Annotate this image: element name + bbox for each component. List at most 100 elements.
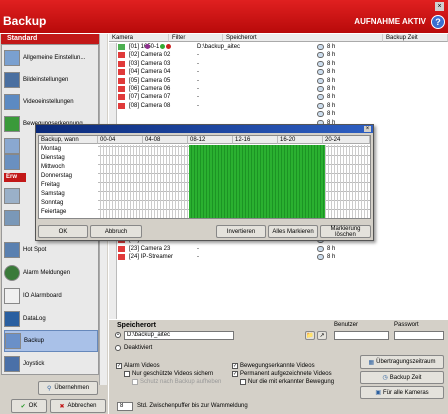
table-row[interactable]: [03] Camera 03 - 8 h — [117, 60, 437, 68]
user-input[interactable] — [334, 331, 389, 340]
ok-button[interactable]: ✔ OK — [11, 399, 47, 413]
alarm-videos-label: Alarm Videos — [124, 363, 160, 369]
window-title: Backup — [3, 14, 47, 28]
help-icon[interactable]: ? — [431, 15, 445, 29]
sidebar-item-label: Hot Spot — [23, 247, 47, 253]
schedule-day[interactable]: Sonntag — [39, 199, 97, 207]
disabled-radio[interactable] — [115, 345, 121, 351]
schedule-day[interactable]: Samstag — [39, 190, 97, 198]
storage-path: - — [197, 254, 199, 260]
cancel-icon: ✖ — [59, 403, 65, 410]
column-header-storage[interactable]: Speicherort — [223, 34, 383, 42]
backup-time-button[interactable]: ◷ Backup Zeit — [360, 371, 444, 384]
schedule-day[interactable]: Freitag — [39, 181, 97, 189]
sidebar-item-image[interactable]: Bildeinstellungen — [4, 69, 98, 91]
dialog-title-bar: × — [36, 125, 373, 133]
browse-folder-icon[interactable]: 📁 — [305, 331, 315, 340]
storage-title: Speicherort — [117, 322, 156, 329]
mark-all-button[interactable]: Alles Markieren — [268, 225, 318, 238]
ok-label: OK — [28, 403, 38, 409]
io-board-icon — [4, 288, 20, 304]
sidebar-item-extended[interactable]: Erw — [4, 173, 26, 182]
sidebar-item-hotspot[interactable]: Hot Spot — [4, 239, 98, 261]
backup-time-icon — [317, 94, 324, 101]
dialog-cancel-button[interactable]: Abbruch — [90, 225, 142, 238]
sidebar-item-video[interactable]: Videoeinstellungen — [4, 91, 98, 113]
password-input[interactable] — [394, 331, 444, 340]
sidebar-header[interactable]: Standard — [1, 34, 99, 44]
camera-icon — [118, 86, 125, 92]
camera-name: [04] Camera 04 — [129, 69, 171, 76]
protected-only-checkbox[interactable] — [124, 371, 130, 377]
sidebar-item-joystick[interactable]: Joystick — [4, 353, 98, 375]
table-row[interactable]: [06] Camera 06 - 8 h — [117, 85, 437, 93]
buffer-select[interactable]: 8 — [117, 402, 133, 411]
sidebar-item-label: Joystick — [23, 361, 45, 367]
backup-time: 8 h — [327, 102, 336, 109]
motion-videos-checkbox[interactable]: ✓ — [232, 363, 238, 369]
camera-icon — [118, 102, 125, 109]
storage-path: - — [197, 52, 199, 59]
sidebar-item-general[interactable]: Allgemeine Einstellun... — [4, 47, 98, 69]
schedule-day[interactable]: Mittwoch — [39, 163, 97, 171]
camera-icon — [118, 254, 125, 260]
table-row[interactable]: [04] Camera 04 - 8 h — [117, 68, 437, 76]
table-row[interactable]: [08] Camera 08 - 8 h — [117, 102, 437, 110]
schedule-header-04-08: 04-08 — [143, 136, 188, 144]
close-icon[interactable]: × — [435, 2, 444, 11]
filter-icons[interactable] — [145, 44, 185, 50]
sidebar-item-datalog[interactable]: DataLog — [4, 308, 98, 330]
sidebar-item-io[interactable]: IO Alarmboard — [4, 285, 98, 307]
schedule-grid[interactable]: Backup, wann 00-04 04-08 08-12 12-16 16-… — [38, 135, 371, 219]
storage-path-input[interactable]: D:\backup_aitec — [124, 331, 234, 340]
backup-time-icon — [317, 52, 324, 59]
table-row[interactable]: [24] IP-Streamer - 8 h — [117, 253, 437, 261]
sidebar-item-label: Bildeinstellungen — [23, 77, 69, 83]
schedule-day[interactable]: Donnerstag — [39, 172, 97, 180]
sidebar-item-label: IO Alarmboard — [23, 293, 62, 299]
storage-radio-path[interactable]: • — [115, 332, 121, 338]
column-header-backup-time[interactable]: Backup Zeit — [383, 34, 448, 42]
table-row[interactable]: [05] Camera 05 - 8 h — [117, 77, 437, 85]
alarm-videos-checkbox[interactable]: ✓ — [116, 363, 122, 369]
schedule-day[interactable]: Feiertage — [39, 208, 97, 216]
schedule-day[interactable]: Dienstag — [39, 154, 97, 162]
clear-marks-button[interactable]: Markierung löschen — [320, 225, 371, 238]
backup-time-icon — [317, 77, 324, 84]
permanent-videos-checkbox[interactable]: ✓ — [232, 371, 238, 377]
schedule-header-16-20: 16-20 — [278, 136, 323, 144]
camera-name: [08] Camera 08 — [129, 102, 171, 109]
column-header-camera[interactable]: Kamera — [109, 34, 169, 42]
datalog-icon — [4, 311, 20, 327]
backup-time: 8 h — [327, 60, 336, 67]
settings-icon — [4, 50, 20, 66]
protect-after-checkbox[interactable] — [132, 379, 138, 385]
only-motion-checkbox[interactable] — [240, 379, 246, 385]
schedule-day[interactable]: Montag — [39, 145, 97, 153]
column-header-filter[interactable]: Filter — [169, 34, 223, 42]
cancel-button[interactable]: ✖ Abbrechen — [50, 399, 106, 413]
schedule-dialog: × Backup, wann 00-04 04-08 08-12 12-16 1… — [35, 124, 374, 241]
backup-time: 8 h — [327, 69, 336, 76]
table-row[interactable]: 8 h — [117, 110, 437, 118]
table-row[interactable]: [23] Camera 23 - 8 h — [117, 245, 437, 253]
apply-button[interactable]: ⚲ Übernehmen — [38, 381, 98, 395]
camera-name: [06] Camera 06 — [129, 86, 171, 92]
open-folder-icon[interactable]: ↗ — [317, 331, 327, 340]
sidebar-item-backup[interactable]: Backup — [4, 330, 98, 352]
image-icon — [4, 72, 20, 88]
filter-purple-icon — [145, 44, 150, 49]
table-row[interactable]: [01] 1650-1 D:\backup_aitec 8 h — [117, 43, 437, 51]
cancel-label: Abbrechen — [67, 403, 97, 409]
dialog-ok-button[interactable]: OK — [38, 225, 88, 238]
backup-time-label: Backup Zeit — [389, 374, 422, 381]
transfer-period-button[interactable]: ▦ Übertragungszeitraum — [360, 355, 444, 369]
table-row[interactable]: [07] Camera 07 - 8 h — [117, 93, 437, 101]
user-label: Benutzer — [334, 322, 359, 328]
dialog-close-icon[interactable]: × — [364, 126, 371, 132]
schedule-active-range[interactable] — [188, 145, 325, 218]
table-row[interactable]: [02] Camera 02 - 8 h — [117, 51, 437, 59]
invert-button[interactable]: Invertieren — [216, 225, 266, 238]
all-cameras-button[interactable]: ▣ Für alle Kameras — [360, 386, 444, 399]
sidebar-item-alarm[interactable]: Alarm Meldungen — [4, 262, 98, 284]
